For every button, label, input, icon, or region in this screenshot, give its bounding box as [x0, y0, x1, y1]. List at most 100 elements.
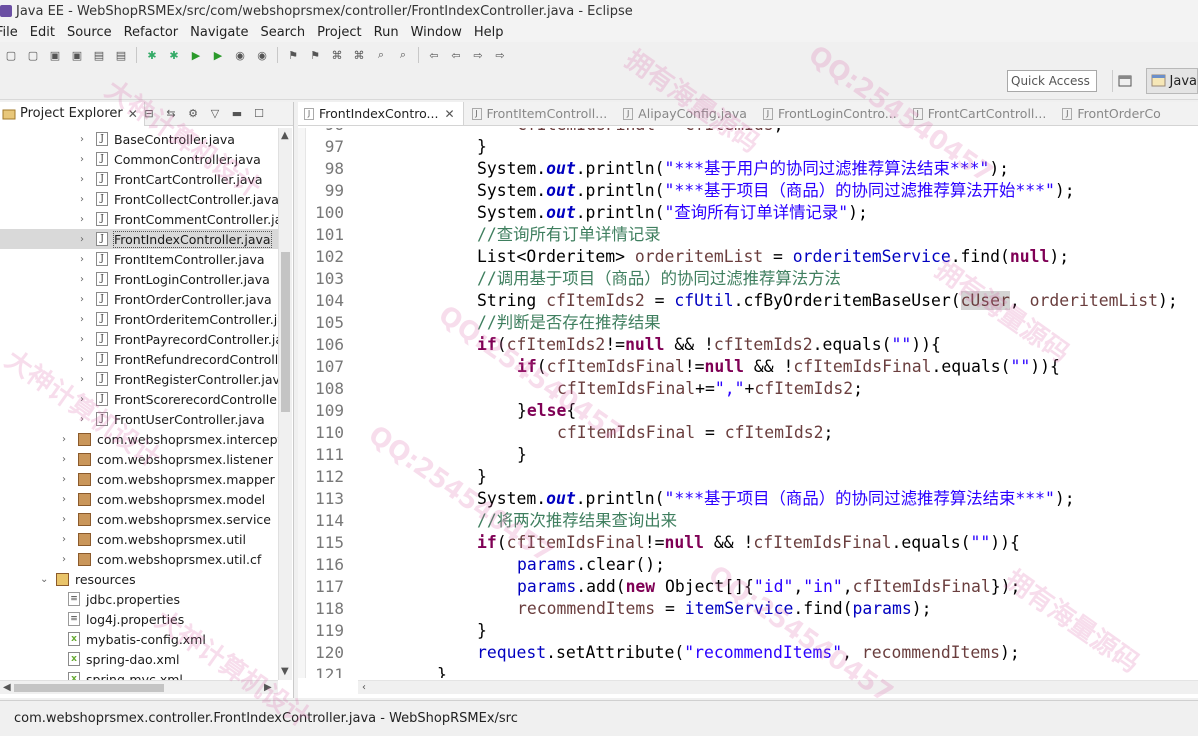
tree-vertical-scrollbar[interactable]: ▲ ▼ [278, 128, 292, 680]
tree-item-package[interactable]: › com.webshoprsmex.util [62, 529, 246, 549]
filter-icon[interactable]: ⚙ [186, 106, 200, 120]
chevron-right-icon[interactable]: › [80, 394, 90, 405]
tree-item-folder[interactable]: ⌄ resources [40, 569, 136, 589]
close-icon[interactable]: ✕ [444, 107, 454, 121]
coverage-icon[interactable]: ◉ [232, 47, 248, 63]
menu-project[interactable]: Project [317, 25, 371, 40]
forward-icon[interactable]: ⇨ [492, 47, 508, 63]
menu-run[interactable]: Run [374, 25, 409, 40]
tree-item-file[interactable]: x mybatis-config.xml [62, 629, 206, 649]
chevron-right-icon[interactable]: › [80, 154, 90, 165]
tree-item-file[interactable]: › J FrontCommentController.jav [80, 209, 278, 229]
editor-tab[interactable]: J FrontIndexContro... ✕ [298, 102, 464, 125]
editor-tab[interactable]: J FrontLoginContro... [755, 102, 905, 125]
tree-item-file[interactable]: › J FrontPayrecordController.ja [80, 329, 278, 349]
view-menu-icon[interactable]: ▽ [208, 106, 222, 120]
tree-item-file[interactable]: › J FrontOrderController.java [80, 289, 272, 309]
tree-item-file[interactable]: › J BaseController.java [80, 129, 235, 149]
tree-item-package[interactable]: › com.webshoprsmex.service [62, 509, 271, 529]
tree-item-file[interactable]: › J FrontRegisterController.java [80, 369, 278, 389]
print-icon[interactable]: ▤ [113, 47, 129, 63]
chevron-right-icon[interactable]: › [62, 554, 72, 565]
back-icon[interactable]: ⇦ [426, 47, 442, 63]
tree-item-package[interactable]: › com.webshoprsmex.listener [62, 449, 273, 469]
save-icon[interactable]: ▣ [69, 47, 85, 63]
open-perspective-button[interactable] [1112, 70, 1138, 92]
tree-item-file[interactable]: › J FrontIndexController.java [0, 229, 278, 249]
tree-item-file[interactable]: › J FrontItemController.java [80, 249, 265, 269]
menu-file[interactable]: File [0, 25, 28, 40]
menu-edit[interactable]: Edit [30, 25, 65, 40]
editor-tab[interactable]: J AlipayConfig.java [615, 102, 755, 125]
menu-source[interactable]: Source [67, 25, 122, 40]
search-icon[interactable]: ⌕ [395, 47, 411, 63]
new-icon[interactable]: ▢ [25, 47, 41, 63]
debug-icon[interactable]: ✱ [166, 47, 182, 63]
tree-item-package[interactable]: › com.webshoprsmex.util.cf [62, 549, 261, 569]
tree-item-file[interactable]: › J FrontCollectController.java [80, 189, 278, 209]
external-tools-icon[interactable]: ⚑ [285, 47, 301, 63]
menu-help[interactable]: Help [474, 25, 514, 40]
tree-item-file[interactable]: › J FrontCartController.java [80, 169, 263, 189]
editor-tab[interactable]: J FrontItemControll... [464, 102, 616, 125]
tree-item-file[interactable]: › J FrontScorerecordController [80, 389, 278, 409]
tree-item-file[interactable]: x spring-dao.xml [62, 649, 179, 669]
forward-icon[interactable]: ⇨ [470, 47, 486, 63]
chevron-right-icon[interactable]: › [80, 354, 90, 365]
chevron-down-icon[interactable]: ⌄ [40, 574, 50, 585]
chevron-right-icon[interactable]: › [80, 374, 90, 385]
chevron-right-icon[interactable]: › [80, 254, 90, 265]
close-icon[interactable]: ✕ [128, 107, 138, 121]
run-icon[interactable]: ▶ [210, 47, 226, 63]
editor-tab[interactable]: J FrontCartControll... [905, 102, 1055, 125]
chevron-right-icon[interactable]: › [80, 294, 90, 305]
scroll-left-icon[interactable]: ‹ [362, 682, 366, 693]
tree-item-file[interactable]: x spring-mvc.xml [62, 669, 183, 680]
tree-item-file[interactable]: › J FrontLoginController.java [80, 269, 270, 289]
run-icon[interactable]: ▶ [188, 47, 204, 63]
chevron-right-icon[interactable]: › [62, 434, 72, 445]
search-icon[interactable]: ⌕ [373, 47, 389, 63]
back-icon[interactable]: ⇦ [448, 47, 464, 63]
perspective-java-button[interactable]: Java [1146, 68, 1198, 94]
scroll-right-icon[interactable]: ▶ [264, 682, 272, 693]
print-icon[interactable]: ▤ [91, 47, 107, 63]
chevron-right-icon[interactable]: › [80, 134, 90, 145]
collapse-all-icon[interactable]: ⊟ [142, 106, 156, 120]
chevron-right-icon[interactable]: › [80, 234, 90, 245]
tree-item-file[interactable]: › J CommonController.java [80, 149, 261, 169]
chevron-right-icon[interactable]: › [62, 514, 72, 525]
chevron-right-icon[interactable]: › [62, 474, 72, 485]
scroll-thumb[interactable] [281, 252, 290, 412]
quick-access-field[interactable]: Quick Access [1007, 70, 1097, 92]
chevron-right-icon[interactable]: › [80, 414, 90, 425]
editor-tab[interactable]: J FrontOrderCo [1054, 102, 1169, 125]
editor-horizontal-scrollbar[interactable]: ‹ [358, 680, 1198, 694]
tree-horizontal-scrollbar[interactable]: ◀ ▶ [0, 680, 278, 694]
tree-item-file[interactable]: › J FrontOrderitemController.ja [80, 309, 278, 329]
open-type-icon[interactable]: ⌘ [329, 47, 345, 63]
minimize-icon[interactable]: ▬ [230, 106, 244, 120]
scroll-up-icon[interactable]: ▲ [281, 130, 289, 141]
tree-item-file[interactable]: › J FrontUserController.java [80, 409, 265, 429]
open-type-icon[interactable]: ⌘ [351, 47, 367, 63]
new-icon[interactable]: ▢ [3, 47, 19, 63]
chevron-right-icon[interactable]: › [62, 454, 72, 465]
menu-refactor[interactable]: Refactor [124, 25, 189, 40]
scroll-left-icon[interactable]: ◀ [3, 682, 11, 693]
chevron-right-icon[interactable]: › [80, 314, 90, 325]
tree-item-package[interactable]: › com.webshoprsmex.interceptor [62, 429, 278, 449]
tree-item-file[interactable]: › J FrontRefundrecordControlle [80, 349, 278, 369]
tree-item-package[interactable]: › com.webshoprsmex.model [62, 489, 265, 509]
tree-item-package[interactable]: › com.webshoprsmex.mapper [62, 469, 275, 489]
scroll-down-icon[interactable]: ▼ [281, 666, 289, 677]
chevron-right-icon[interactable]: › [80, 174, 90, 185]
scroll-thumb[interactable] [14, 684, 164, 692]
code-area[interactable]: 96cfItemIdsFinal = cfItemIds;97}98System… [298, 128, 1198, 678]
save-icon[interactable]: ▣ [47, 47, 63, 63]
chevron-right-icon[interactable]: › [62, 494, 72, 505]
tree-item-file[interactable]: ≡ log4j.properties [62, 609, 184, 629]
tree-item-file[interactable]: ≡ jdbc.properties [62, 589, 180, 609]
chevron-right-icon[interactable]: › [80, 194, 90, 205]
menu-navigate[interactable]: Navigate [190, 25, 258, 40]
